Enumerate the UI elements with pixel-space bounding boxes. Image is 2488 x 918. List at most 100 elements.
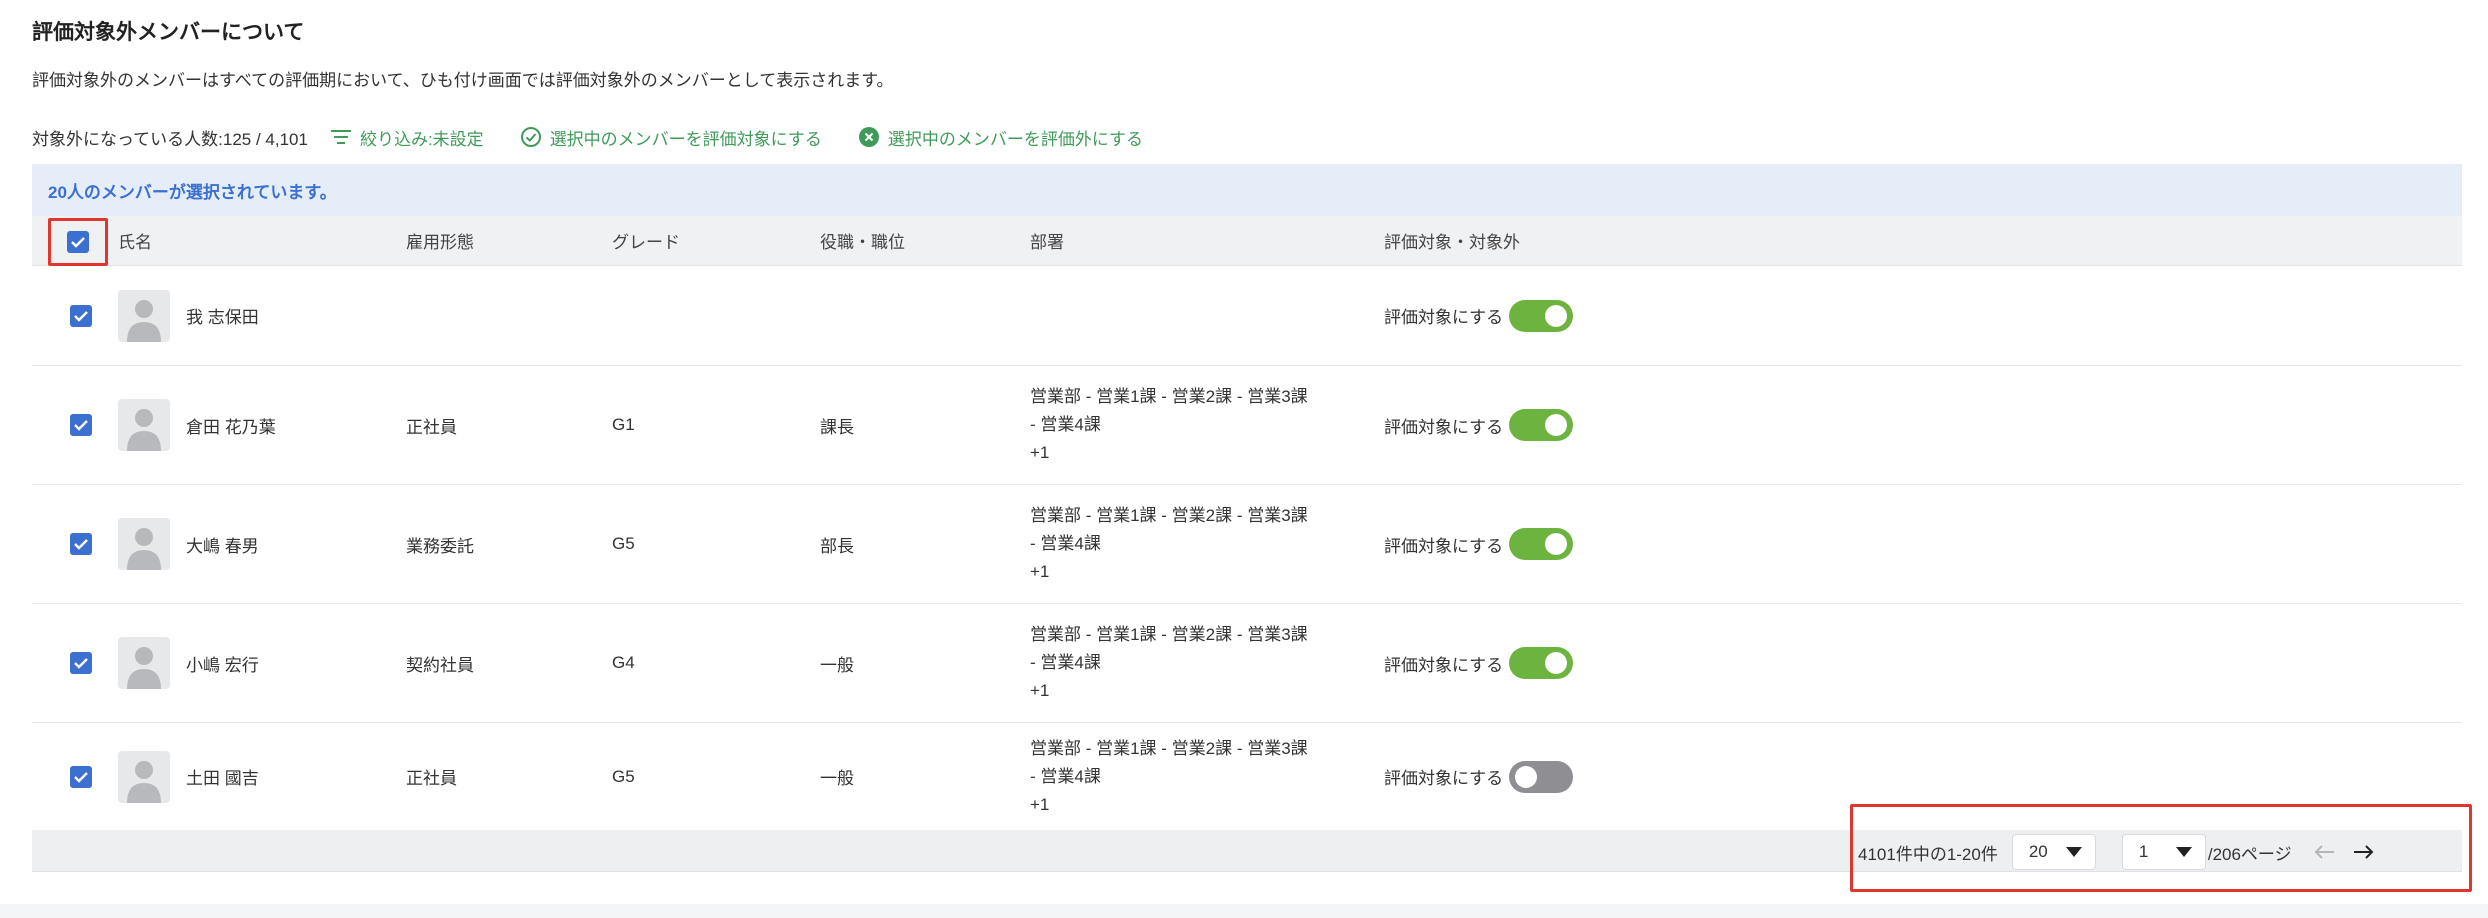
- check-icon: [74, 658, 88, 669]
- member-name: 倉田 花乃葉: [186, 417, 276, 437]
- select-all-checkbox[interactable]: [67, 231, 89, 253]
- filter-button[interactable]: 絞り込み:未設定: [330, 125, 484, 150]
- toggle-knob: [1545, 533, 1568, 555]
- table-header: 氏名 雇用形態 グレード 役職・職位 部署 評価対象・対象外: [32, 216, 2462, 266]
- include-selected-label: 選択中のメンバーを評価対象にする: [549, 129, 822, 149]
- person-icon: [127, 647, 161, 689]
- member-name: 大嶋 春男: [186, 536, 259, 556]
- avatar: [118, 289, 170, 342]
- row-checkbox[interactable]: [70, 414, 92, 436]
- check-icon: [71, 237, 85, 248]
- page-select[interactable]: 1: [2121, 834, 2206, 870]
- toggle-knob: [1545, 304, 1568, 327]
- evaluation-toggle-label: 評価対象にする: [1384, 655, 1504, 675]
- prev-page-button[interactable]: [2304, 834, 2344, 870]
- grade: G1: [612, 415, 635, 434]
- department-line: - 営業4課: [1030, 766, 1101, 786]
- check-icon: [74, 310, 88, 322]
- arrow-left-icon: [2314, 845, 2334, 859]
- person-icon: [127, 409, 161, 451]
- row-checkbox[interactable]: [70, 765, 92, 788]
- avatar: [118, 637, 170, 689]
- table-row[interactable]: 大嶋 春男 業務委託 G5 部長 営業部 - 営業1課 - 営業2課 - 営業3…: [32, 485, 2462, 604]
- department-line: - 営業4課: [1030, 415, 1101, 434]
- department-line: 営業部 - 営業1課 - 営業2課 - 営業3課: [1030, 506, 1308, 525]
- avatar: [118, 750, 170, 803]
- column-evaluation[interactable]: 評価対象・対象外: [1384, 216, 1520, 265]
- toggle-knob: [1545, 652, 1568, 674]
- person-icon: [127, 528, 161, 570]
- check-icon: [74, 771, 88, 783]
- evaluation-toggle[interactable]: [1509, 760, 1574, 793]
- pagination-range: 4101件中の1-20件: [1858, 844, 1998, 864]
- page-description: 評価対象外のメンバーはすべての評価期において、ひも付け画面では評価対象外のメンバ…: [32, 71, 894, 90]
- department-line: 営業部 - 営業1課 - 営業2課 - 営業3課: [1030, 738, 1308, 758]
- department-line: 営業部 - 営業1課 - 営業2課 - 営業3課: [1030, 625, 1308, 644]
- exclude-selected-button[interactable]: 選択中のメンバーを評価外にする: [858, 125, 1143, 150]
- evaluation-toggle-label: 評価対象にする: [1384, 769, 1504, 788]
- employment-type: 正社員: [406, 769, 457, 788]
- grade: G5: [612, 534, 635, 553]
- column-name[interactable]: 氏名: [118, 216, 152, 265]
- table-row[interactable]: 小嶋 宏行 契約社員 G4 一般 営業部 - 営業1課 - 営業2課 - 営業3…: [32, 604, 2462, 723]
- position: 一般: [820, 655, 854, 675]
- column-grade[interactable]: グレード: [612, 216, 680, 265]
- next-page-button[interactable]: [2344, 834, 2384, 870]
- grade: G4: [612, 653, 635, 672]
- row-checkbox[interactable]: [70, 652, 92, 674]
- arrow-right-icon: [2353, 845, 2374, 859]
- include-selected-button[interactable]: 選択中のメンバーを評価対象にする: [520, 125, 822, 150]
- select-all-highlight: [48, 218, 108, 266]
- caret-down-icon: [2175, 847, 2192, 857]
- evaluation-toggle[interactable]: [1509, 409, 1574, 441]
- excluded-count: 対象外になっている人数:125 / 4,101: [32, 129, 308, 149]
- department-more: +1: [1030, 562, 1050, 581]
- avatar: [118, 518, 170, 570]
- evaluation-toggle-label: 評価対象にする: [1384, 417, 1504, 437]
- per-page-select[interactable]: 20: [2011, 834, 2096, 870]
- position: 部長: [820, 536, 854, 556]
- page-title: 評価対象外メンバーについて: [32, 21, 305, 44]
- evaluation-toggle[interactable]: [1509, 299, 1574, 332]
- column-department[interactable]: 部署: [1030, 216, 1064, 265]
- evaluation-toggle[interactable]: [1509, 647, 1574, 679]
- person-icon: [127, 760, 161, 803]
- row-checkbox[interactable]: [70, 304, 92, 327]
- check-icon: [74, 420, 88, 431]
- person-icon: [127, 299, 161, 342]
- department-more: +1: [1030, 443, 1050, 462]
- avatar: [118, 399, 170, 451]
- evaluation-toggle[interactable]: [1509, 528, 1574, 560]
- position: 課長: [820, 417, 854, 437]
- toggle-knob: [1545, 414, 1568, 436]
- exclude-selected-label: 選択中のメンバーを評価外にする: [887, 129, 1144, 149]
- position: 一般: [820, 769, 854, 788]
- selection-text: 20人のメンバーが選択されています。: [48, 182, 337, 202]
- member-name: 我 志保田: [186, 308, 259, 327]
- employment-type: 業務委託: [406, 536, 474, 556]
- check-circle-icon: [520, 127, 541, 147]
- department: 営業部 - 営業1課 - 営業2課 - 営業3課 - 営業4課 +1: [1030, 604, 1308, 722]
- employment-type: 契約社員: [406, 655, 474, 675]
- evaluation-toggle-label: 評価対象にする: [1384, 536, 1504, 556]
- department-line: 営業部 - 営業1課 - 営業2課 - 営業3課: [1030, 387, 1308, 406]
- column-employment[interactable]: 雇用形態: [406, 216, 474, 265]
- table-row[interactable]: 我 志保田 評価対象にする: [32, 266, 2462, 366]
- caret-down-icon: [2065, 847, 2082, 857]
- page-value: 1: [2138, 842, 2149, 861]
- member-name: 小嶋 宏行: [186, 655, 259, 675]
- toggle-knob: [1515, 765, 1538, 788]
- department-more: +1: [1030, 794, 1050, 814]
- grade: G5: [612, 766, 635, 786]
- department: 営業部 - 営業1課 - 営業2課 - 営業3課 - 営業4課 +1: [1030, 485, 1308, 603]
- filter-icon: [330, 130, 351, 144]
- excluded-members-panel: 評価対象外メンバーについて 評価対象外のメンバーはすべての評価期において、ひも付…: [0, 0, 2488, 904]
- table-row[interactable]: 倉田 花乃葉 正社員 G1 課長 営業部 - 営業1課 - 営業2課 - 営業3…: [32, 366, 2462, 485]
- member-name: 土田 國吉: [186, 769, 259, 788]
- department: 営業部 - 営業1課 - 営業2課 - 営業3課 - 営業4課 +1: [1030, 723, 1308, 830]
- department-line: - 営業4課: [1030, 653, 1101, 672]
- evaluation-toggle-label: 評価対象にする: [1384, 308, 1504, 327]
- row-checkbox[interactable]: [70, 533, 92, 555]
- department-line: - 営業4課: [1030, 534, 1101, 553]
- column-position[interactable]: 役職・職位: [820, 216, 905, 265]
